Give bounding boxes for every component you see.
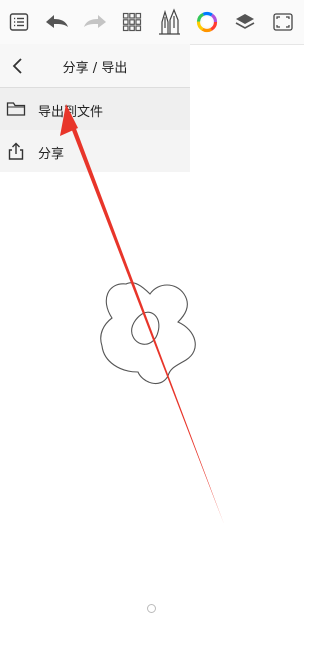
layers-icon[interactable] — [230, 7, 260, 37]
export-to-file-label: 导出到文件 — [38, 105, 104, 120]
export-to-file-item[interactable]: 导出到文件 — [0, 88, 190, 131]
redo-icon[interactable] — [80, 7, 110, 37]
back-icon[interactable] — [8, 56, 28, 76]
share-item[interactable]: 分享 — [0, 130, 190, 172]
share-icon — [6, 141, 26, 161]
share-export-menu: 分享 / 导出 导出到文件 分享 — [0, 44, 190, 172]
share-label: 分享 — [38, 147, 65, 162]
menu-title: 分享 / 导出 — [62, 61, 128, 76]
top-toolbar — [0, 0, 304, 45]
home-indicator — [147, 604, 156, 613]
grid-icon[interactable] — [117, 7, 147, 37]
folder-icon — [6, 99, 26, 119]
undo-icon[interactable] — [42, 7, 72, 37]
menu-header: 分享 / 导出 — [0, 44, 190, 88]
fullscreen-icon[interactable] — [268, 7, 298, 37]
flower-sketch — [100, 282, 196, 385]
color-wheel-icon[interactable] — [192, 7, 222, 37]
brush-icon[interactable] — [154, 7, 184, 37]
list-icon[interactable] — [4, 7, 34, 37]
